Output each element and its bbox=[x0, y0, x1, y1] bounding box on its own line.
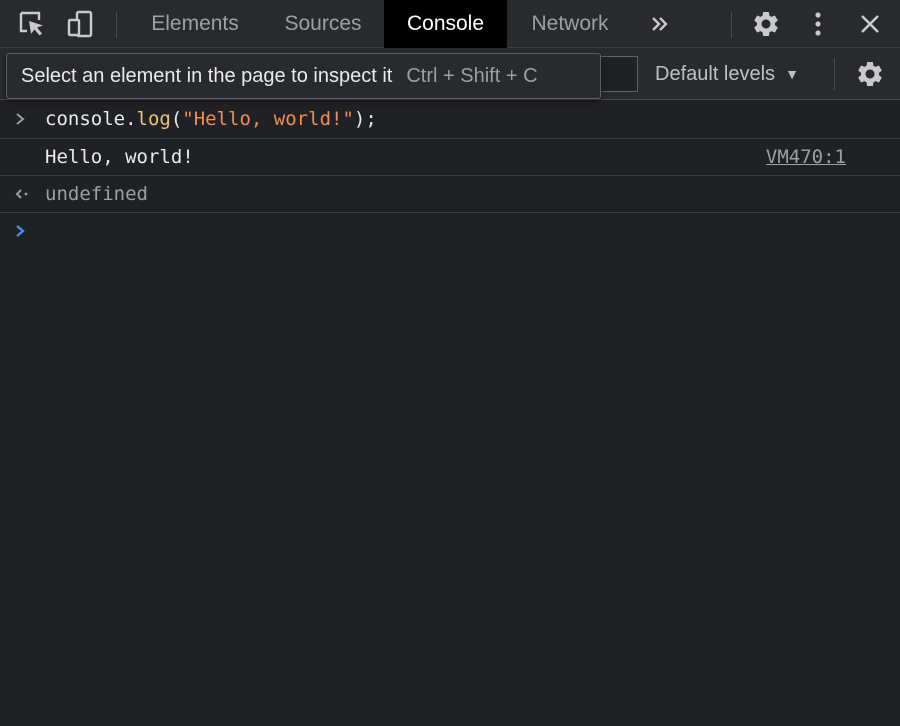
console-result-entry: undefined bbox=[0, 176, 900, 213]
log-levels-label: Default levels bbox=[655, 62, 776, 85]
result-arrow-icon bbox=[14, 176, 34, 212]
tab-elements[interactable]: Elements bbox=[130, 0, 260, 48]
toolbar-divider bbox=[834, 58, 835, 90]
prompt-chevron-icon bbox=[14, 213, 26, 249]
code-string: "Hello, world!" bbox=[182, 108, 354, 130]
console-settings-gear-icon[interactable] bbox=[850, 50, 890, 98]
input-chevron-icon bbox=[14, 100, 34, 138]
console-panel: console. log("Hello, world!"); Hello, wor… bbox=[0, 100, 900, 726]
source-link[interactable]: VM470:1 bbox=[766, 139, 846, 175]
code-object: console. bbox=[45, 108, 137, 130]
console-prompt-input[interactable] bbox=[45, 217, 865, 245]
code-method: log bbox=[136, 108, 171, 130]
caret-down-icon: ▼ bbox=[785, 66, 799, 82]
result-value: undefined bbox=[45, 183, 148, 205]
tooltip-shortcut: Ctrl + Shift + C bbox=[406, 64, 538, 87]
chevron-double-right-icon[interactable] bbox=[640, 0, 680, 48]
close-icon[interactable] bbox=[850, 0, 890, 48]
devtools-tab-bar: Elements Sources Console Network bbox=[0, 0, 900, 48]
console-input-code: console. log("Hello, world!"); bbox=[45, 100, 377, 138]
code-paren-close: ); bbox=[353, 108, 377, 130]
console-log-entry: Hello, world! VM470:1 bbox=[0, 139, 900, 176]
gear-icon[interactable] bbox=[746, 0, 786, 48]
tab-bar-divider bbox=[731, 12, 732, 38]
kebab-menu-icon[interactable] bbox=[798, 0, 838, 48]
device-toolbar-icon[interactable] bbox=[60, 0, 100, 48]
console-input-entry: console. log("Hello, world!"); bbox=[0, 100, 900, 139]
log-output-text: Hello, world! bbox=[45, 146, 194, 168]
tab-sources[interactable]: Sources bbox=[264, 0, 382, 48]
tab-console[interactable]: Console bbox=[384, 0, 507, 48]
filter-input[interactable] bbox=[596, 56, 638, 92]
log-levels-dropdown[interactable]: Default levels ▼ bbox=[655, 48, 799, 100]
tab-bar-divider bbox=[116, 12, 117, 38]
inspect-element-icon[interactable] bbox=[12, 0, 52, 48]
console-prompt bbox=[0, 213, 900, 249]
code-paren-open: ( bbox=[170, 108, 183, 130]
inspect-tooltip: Select an element in the page to inspect… bbox=[6, 53, 601, 99]
tab-network[interactable]: Network bbox=[510, 0, 630, 48]
tooltip-text: Select an element in the page to inspect… bbox=[21, 64, 393, 87]
